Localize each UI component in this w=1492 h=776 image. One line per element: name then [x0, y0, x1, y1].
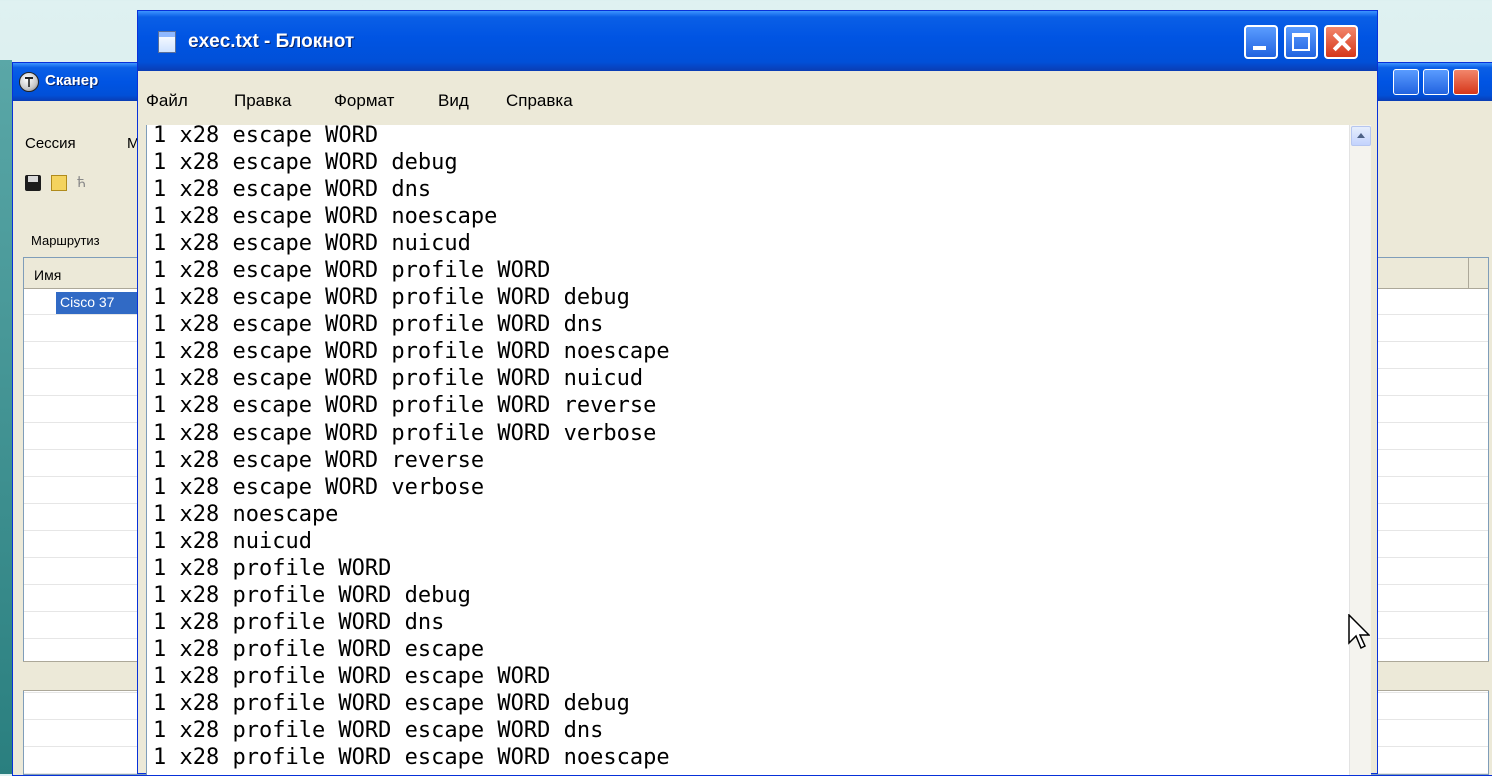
minimize-button[interactable]: [1244, 25, 1278, 59]
text-line: 1 x28 profile WORD dns: [153, 609, 445, 635]
save-icon[interactable]: [25, 175, 41, 191]
notepad-title: exec.txt - Блокнот: [188, 31, 355, 52]
app-icon: [19, 72, 39, 92]
notepad-window[interactable]: exec.txt - Блокнот Файл Правка Формат Ви…: [137, 10, 1378, 775]
text-line: 1 x28 escape WORD profile WORD reverse: [153, 393, 657, 419]
vertical-scrollbar[interactable]: [1349, 125, 1371, 775]
tool-icon[interactable]: ћ: [77, 175, 89, 191]
text-line: 1 x28 profile WORD escape WORD debug: [153, 690, 630, 716]
text-line: 1 x28 profile WORD escape: [153, 636, 485, 662]
close-button[interactable]: [1324, 25, 1358, 59]
text-line: 1 x28 escape WORD noescape: [153, 204, 498, 230]
router-tab-label[interactable]: Маршрутиз: [31, 233, 100, 248]
scroll-up-button[interactable]: [1351, 126, 1371, 146]
column-header-name[interactable]: Имя: [34, 267, 61, 283]
menu-format[interactable]: Формат: [334, 91, 394, 111]
text-line: 1 x28 profile WORD debug: [153, 582, 471, 608]
menu-help[interactable]: Справка: [506, 91, 573, 111]
notepad-icon: [158, 31, 176, 53]
close-icon: [1326, 27, 1356, 57]
maximize-button[interactable]: [1423, 69, 1449, 95]
text-line: 1 x28 escape WORD profile WORD dns: [153, 312, 604, 338]
close-button[interactable]: [1453, 69, 1479, 95]
desktop-edge: [0, 60, 12, 774]
background-menubar: Сессия М: [13, 123, 153, 163]
notepad-titlebar[interactable]: exec.txt - Блокнот: [138, 11, 1377, 71]
text-editor[interactable]: 1 x28 escape WORD 1 x28 escape WORD debu…: [146, 125, 1371, 775]
table-row-selected[interactable]: Cisco 37: [56, 292, 146, 314]
background-window-title: Сканер: [45, 72, 99, 89]
column-divider: [1468, 258, 1469, 288]
text-line: 1 x28 escape WORD profile WORD: [153, 258, 551, 284]
text-line: 1 x28 profile WORD escape WORD: [153, 663, 551, 689]
open-folder-icon[interactable]: [51, 175, 67, 191]
text-line: 1 x28 escape WORD profile WORD debug: [153, 285, 630, 311]
maximize-button[interactable]: [1284, 25, 1318, 59]
menu-view[interactable]: Вид: [438, 91, 469, 111]
text-line: 1 x28 escape WORD dns: [153, 177, 432, 203]
text-line: 1 x28 escape WORD: [153, 125, 379, 148]
text-line: 1 x28 escape WORD profile WORD verbose: [153, 420, 657, 446]
text-line: 1 x28 escape WORD reverse: [153, 447, 485, 473]
text-line: 1 x28 noescape: [153, 501, 339, 527]
text-line: 1 x28 escape WORD nuicud: [153, 231, 471, 257]
mouse-cursor-icon: [1348, 614, 1370, 650]
menu-file[interactable]: Файл: [146, 91, 188, 111]
text-line: 1 x28 profile WORD: [153, 555, 392, 581]
minimize-icon: [1253, 46, 1266, 50]
text-line: 1 x28 profile WORD escape WORD dns: [153, 718, 604, 744]
notepad-menubar: Файл Правка Формат Вид Справка: [138, 71, 1377, 125]
text-line: 1 x28 escape WORD profile WORD nuicud: [153, 366, 644, 392]
editor-content[interactable]: 1 x28 escape WORD 1 x28 escape WORD debu…: [153, 125, 670, 771]
maximize-icon: [1292, 33, 1310, 51]
text-line: 1 x28 escape WORD profile WORD noescape: [153, 339, 670, 365]
text-line: 1 x28 escape WORD debug: [153, 150, 458, 176]
minimize-button[interactable]: [1393, 69, 1419, 95]
text-line: 1 x28 profile WORD escape WORD noescape: [153, 745, 670, 771]
background-toolbar: ћ: [13, 163, 153, 203]
text-line: 1 x28 escape WORD verbose: [153, 474, 485, 500]
menu-edit[interactable]: Правка: [234, 91, 291, 111]
menu-session[interactable]: Сессия: [25, 135, 76, 152]
text-line: 1 x28 nuicud: [153, 528, 312, 554]
